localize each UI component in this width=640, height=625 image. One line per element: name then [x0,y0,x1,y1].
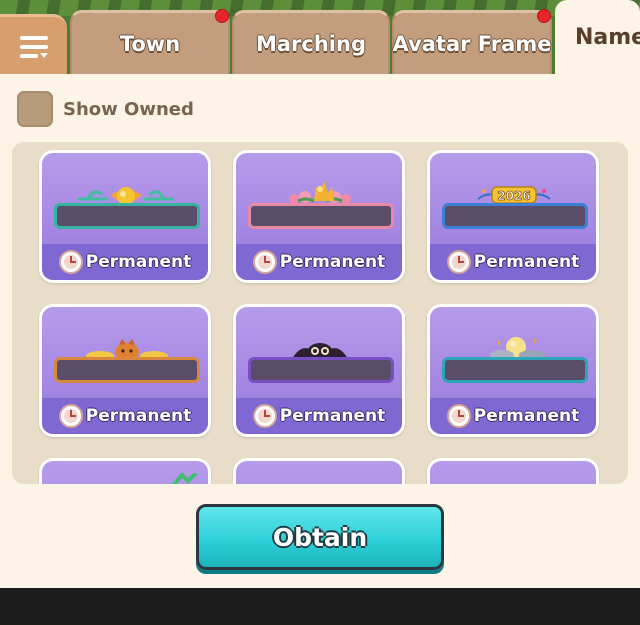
tab-nameplate[interactable]: Namep [555,0,640,75]
nameplate-card[interactable]: Permanent [39,304,211,437]
show-owned-label: Show Owned [63,98,194,120]
obtain-button[interactable]: Obtain [196,504,444,570]
nameplate-card[interactable] [427,458,599,484]
card-footer: Permanent [236,244,402,280]
svg-text:2026: 2026 [497,189,530,203]
duration-label: Permanent [85,406,192,426]
nameplate-card[interactable] [39,458,211,484]
leaf-icon [171,473,198,484]
duration-label: Permanent [473,252,580,272]
content-panel: Show Owned Permanent Permanent 2026 Perm… [0,74,640,588]
card-footer: Permanent [42,244,208,280]
clock-icon [58,404,83,428]
duration-label: Permanent [279,252,386,272]
obtain-label: Obtain [272,522,368,552]
card-footer: Permanent [430,244,596,280]
clock-icon [252,404,277,428]
nameplate-preview [54,203,200,229]
nameplate-preview [442,203,588,229]
clock-icon [446,404,471,428]
tab-town[interactable]: Town [70,9,230,74]
tab-avatar-frame[interactable]: Avatar Frame [392,9,552,74]
nameplate-card[interactable]: Permanent [39,150,211,283]
nameplate-card[interactable]: Permanent [233,304,405,437]
card-footer: Permanent [42,398,208,434]
nameplate-card[interactable]: 2026 Permanent [427,150,599,283]
tab-marching[interactable]: Marching [232,10,390,74]
card-footer: Permanent [430,398,596,434]
tab-label: Marching [255,31,366,56]
show-owned-checkbox[interactable] [17,91,53,127]
list-menu-icon [19,35,48,58]
nameplate-preview [248,203,394,229]
nameplate-preview [54,357,200,383]
nameplate-preview [442,357,588,383]
nameplate-card[interactable]: Permanent [233,150,405,283]
duration-label: Permanent [473,406,580,426]
card-footer: Permanent [236,398,402,434]
nameplate-grid[interactable]: Permanent Permanent 2026 Permanent Perma… [12,142,628,484]
tab-label: Avatar Frame [392,31,552,56]
menu-button[interactable] [0,14,67,76]
clock-icon [252,250,277,274]
tab-label: Namep [575,25,640,50]
notification-dot [215,9,229,23]
show-owned-toggle[interactable]: Show Owned [17,91,194,127]
nameplate-card[interactable]: Permanent [427,304,599,437]
nameplate-preview [248,357,394,383]
duration-label: Permanent [279,406,386,426]
nameplate-card[interactable] [233,458,405,484]
duration-label: Permanent [85,252,192,272]
notification-dot [537,9,551,23]
clock-icon [446,250,471,274]
clock-icon [58,250,83,274]
tab-label: Town [119,31,181,56]
